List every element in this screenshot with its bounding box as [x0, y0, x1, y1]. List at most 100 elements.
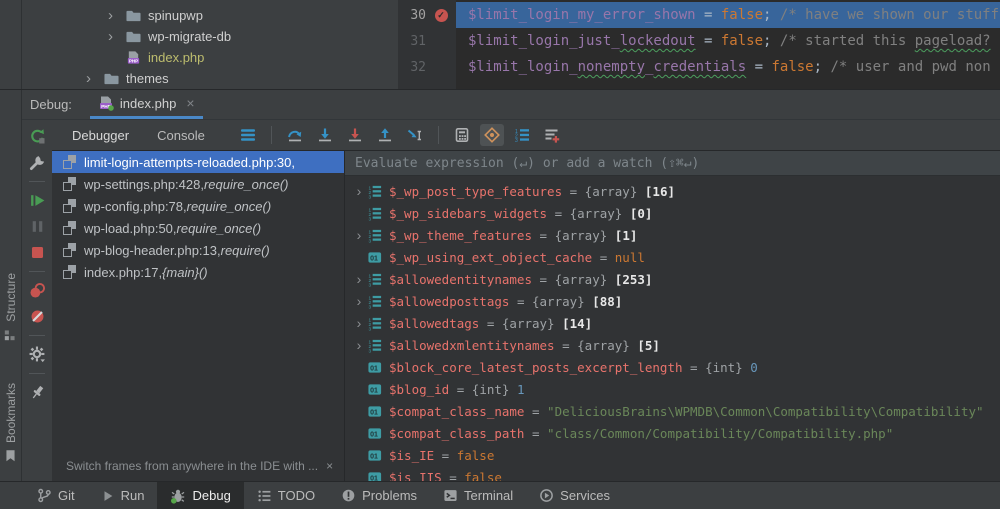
code-line[interactable]: 32 ✓ $limit_login_nonempty_credentials =…: [398, 54, 1000, 80]
code-editor[interactable]: 30 ✓ $limit_login_my_error_shown = false…: [398, 0, 1000, 89]
line-number[interactable]: 31: [398, 34, 426, 49]
chevron-right-icon[interactable]: ›: [108, 29, 125, 44]
force-step-into-icon[interactable]: [343, 124, 367, 146]
stack-frame-row[interactable]: wp-blog-header.php:13, require(): [52, 239, 344, 261]
stop-icon[interactable]: [29, 244, 46, 261]
statusbar-item-terminal[interactable]: Terminal: [430, 482, 526, 509]
tab-console[interactable]: Console: [157, 128, 205, 143]
code-token: =: [696, 33, 721, 49]
variable-name: $compat_class_name: [389, 404, 524, 419]
expand-chevron-icon[interactable]: ›: [351, 227, 367, 243]
sidebar-item-bookmarks[interactable]: Bookmarks: [0, 383, 21, 462]
bookmarks-label: Bookmarks: [4, 383, 18, 443]
tab-debugger[interactable]: Debugger: [72, 128, 129, 143]
variable-row[interactable]: › 123 01 $is_IE = false: [345, 444, 1000, 466]
code-line[interactable]: 31 ✓ $limit_login_just_lockedout = false…: [398, 28, 1000, 54]
statusbar-label: Git: [58, 488, 75, 503]
expand-chevron-icon[interactable]: ›: [351, 183, 367, 199]
code-text[interactable]: $limit_login_just_lockedout = false; /* …: [456, 28, 1000, 54]
line-number[interactable]: 32: [398, 60, 426, 75]
hint-close-icon[interactable]: ×: [326, 459, 333, 473]
stack-frame-row[interactable]: index.php:17, {main}(): [52, 261, 344, 283]
variable-row[interactable]: › 123 01 $_wp_theme_features = {array} […: [345, 224, 1000, 246]
statusbar-item-git[interactable]: Git: [24, 482, 88, 509]
statusbar-item-debug[interactable]: Debug: [157, 482, 243, 509]
tree-item[interactable]: › PHP spinupwp: [22, 5, 398, 26]
breakpoint-gutter[interactable]: ✓: [426, 35, 456, 48]
chevron-right-icon[interactable]: ›: [86, 71, 103, 86]
expand-chevron-icon[interactable]: ›: [351, 293, 367, 309]
chevron-right-icon[interactable]: ›: [108, 8, 125, 23]
variable-name: $_wp_using_ext_object_cache: [389, 250, 592, 265]
variable-row[interactable]: › 123 01 $allowedtags = {array} [14]: [345, 312, 1000, 334]
view-breakpoints-icon[interactable]: [29, 282, 46, 299]
variable-row[interactable]: › 123 01 $block_core_latest_posts_excerp…: [345, 356, 1000, 378]
mute-breakpoints-icon[interactable]: [29, 308, 46, 325]
pause-icon[interactable]: [29, 218, 46, 235]
variable-row[interactable]: › 123 01 $compat_class_name = "Delicious…: [345, 400, 1000, 422]
stack-frame-row[interactable]: wp-load.php:50, require_once(): [52, 217, 344, 239]
svg-text:3: 3: [368, 282, 371, 287]
evaluate-expression-icon[interactable]: [450, 124, 474, 146]
line-number[interactable]: 30: [398, 8, 426, 23]
expand-chevron-icon[interactable]: ›: [351, 315, 367, 331]
variable-row[interactable]: › 123 01 $_wp_sidebars_widgets = {array}…: [345, 202, 1000, 224]
tree-item-label: wp-migrate-db: [148, 29, 231, 44]
pin-icon[interactable]: [25, 381, 49, 405]
step-out-icon[interactable]: [373, 124, 397, 146]
stack-frame-row[interactable]: limit-login-attempts-reloaded.php:30,: [52, 151, 344, 173]
variable-name: $allowedtags: [389, 316, 479, 331]
statusbar-item-todo[interactable]: TODO: [244, 482, 328, 509]
stack-frame-row[interactable]: wp-config.php:78, require_once(): [52, 195, 344, 217]
statusbar-label: Run: [121, 488, 145, 503]
variable-value: [1]: [615, 228, 638, 243]
variable-row[interactable]: › 123 01 $_wp_using_ext_object_cache = n…: [345, 246, 1000, 268]
expand-chevron-icon[interactable]: ›: [351, 271, 367, 287]
breakpoint-gutter[interactable]: ✓: [426, 61, 456, 74]
rerun-icon[interactable]: [29, 128, 46, 145]
variable-value: [16]: [645, 184, 675, 199]
variable-row[interactable]: › 123 01 $compat_class_path = "class/Com…: [345, 422, 1000, 444]
statusbar-item-services[interactable]: Services: [526, 482, 623, 509]
breakpoint-gutter[interactable]: ✓: [426, 9, 456, 22]
sidebar-item-structure[interactable]: Structure: [0, 273, 21, 341]
tree-item[interactable]: › PHP wp-migrate-db: [22, 26, 398, 47]
primitive-type-icon: 01: [367, 360, 383, 375]
svg-text:01: 01: [370, 431, 378, 438]
gear-icon[interactable]: [29, 346, 46, 363]
evaluate-expression-input[interactable]: Evaluate expression (↵) or add a watch (…: [345, 151, 1000, 176]
variable-row[interactable]: › 123 01 $blog_id = {int} 1: [345, 378, 1000, 400]
resume-icon[interactable]: [29, 192, 46, 209]
wrench-icon[interactable]: [29, 154, 46, 171]
step-into-icon[interactable]: [313, 124, 337, 146]
variable-row[interactable]: › 123 01 $allowedxmlentitynames = {array…: [345, 334, 1000, 356]
variable-row[interactable]: › 123 01 $allowedentitynames = {array} […: [345, 268, 1000, 290]
close-icon[interactable]: ×: [186, 95, 194, 111]
tool-window-stripe: Structure Bookmarks: [0, 90, 22, 481]
tree-item[interactable]: › PHP themes: [22, 68, 398, 89]
diamond-toggle-icon[interactable]: [480, 124, 504, 146]
debug-session-tab[interactable]: PHP index.php ×: [90, 90, 203, 119]
variable-row[interactable]: › 123 01 $allowedposttags = {array} [88]: [345, 290, 1000, 312]
statusbar-item-run[interactable]: Run: [88, 482, 158, 509]
statusbar-item-problems[interactable]: Problems: [328, 482, 430, 509]
code-line[interactable]: 30 ✓ $limit_login_my_error_shown = false…: [398, 2, 1000, 28]
code-text[interactable]: $limit_login_nonempty_credentials = fals…: [456, 54, 1000, 80]
tree-item[interactable]: › PHP index.php: [22, 47, 398, 68]
add-to-watches-icon[interactable]: [540, 124, 564, 146]
variable-row[interactable]: › 123 01 $is_IIS = false: [345, 466, 1000, 481]
code-text[interactable]: $limit_login_my_error_shown = false; /* …: [456, 2, 1000, 28]
layout-options-icon[interactable]: [236, 124, 260, 146]
run-to-cursor-icon[interactable]: [403, 124, 427, 146]
variable-value: false: [457, 448, 495, 463]
problems-icon: [341, 488, 356, 503]
numbered-list-icon[interactable]: 123: [510, 124, 534, 146]
breakpoint-icon[interactable]: ✓: [435, 9, 448, 22]
variable-row[interactable]: › 123 01 $_wp_post_type_features = {arra…: [345, 180, 1000, 202]
variable-name: $_wp_theme_features: [389, 228, 532, 243]
expand-chevron-icon[interactable]: ›: [351, 337, 367, 353]
variable-type: {int}: [705, 360, 750, 375]
frame-location: index.php:17,: [84, 265, 162, 280]
stack-frame-row[interactable]: wp-settings.php:428, require_once(): [52, 173, 344, 195]
step-over-icon[interactable]: [283, 124, 307, 146]
